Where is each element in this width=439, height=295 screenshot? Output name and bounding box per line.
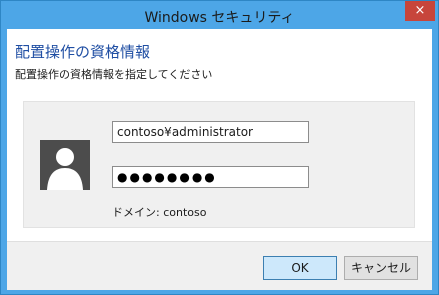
password-field[interactable]: ●●●●●●●● (112, 166, 309, 188)
close-icon: × (414, 3, 426, 18)
user-silhouette-icon (40, 140, 90, 190)
credential-tile: contoso¥administrator ●●●●●●●● ドメイン: con… (23, 101, 415, 228)
username-field[interactable]: contoso¥administrator (112, 121, 309, 143)
window-title: Windows セキュリティ (144, 10, 295, 26)
button-bar: OK キャンセル (7, 241, 432, 290)
domain-label: ドメイン: contoso (112, 206, 207, 219)
dialog-body: 配置操作の資格情報 配置操作の資格情報を指定してください contoso¥adm… (7, 29, 432, 290)
title-bar[interactable]: Windows セキュリティ × (1, 1, 438, 29)
cancel-button[interactable]: キャンセル (344, 256, 418, 280)
ok-button[interactable]: OK (263, 256, 337, 280)
close-button[interactable]: × (405, 1, 435, 21)
security-dialog-window: Windows セキュリティ × 配置操作の資格情報 配置操作の資格情報を指定し… (0, 0, 439, 295)
dialog-heading: 配置操作の資格情報 (15, 43, 151, 61)
dialog-subheading: 配置操作の資格情報を指定してください (15, 68, 213, 81)
